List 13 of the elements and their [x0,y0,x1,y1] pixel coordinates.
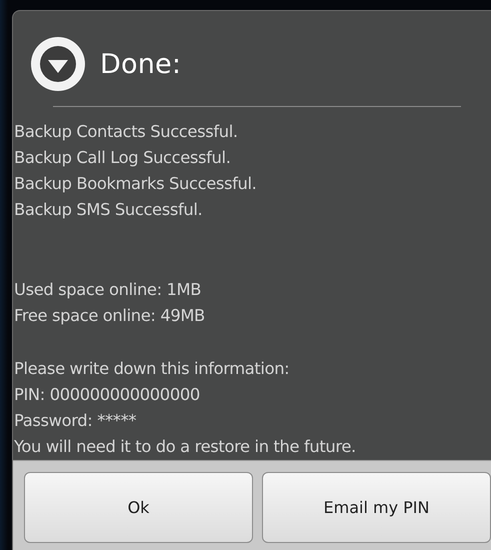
message-line: Backup Call Log Successful. [14,147,231,169]
message-line: Please write down this information: [14,358,290,380]
message-line: PIN: 000000000000000 [14,384,200,406]
message-line: Backup SMS Successful. [14,199,202,221]
dialog-button[interactable]: Ok [24,472,253,543]
message-line: Used space online: 1MB [14,279,202,301]
message-line: Password: ***** [14,410,136,432]
message-line: Backup Bookmarks Successful. [14,173,256,195]
message-line: You will need it to do a restore in the future. [14,436,356,458]
message-line: Backup Contacts Successful. [14,121,238,143]
message-line: Free space online: 49MB [14,305,205,327]
dialog-title: Done: [100,48,182,80]
dialog-button[interactable]: Email my PIN [262,472,491,543]
